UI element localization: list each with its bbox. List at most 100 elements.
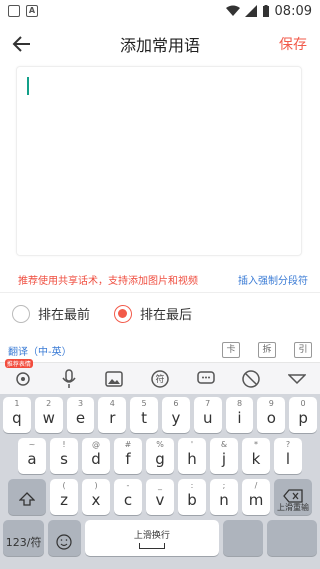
image-icon (105, 370, 123, 387)
chevron-down-icon (288, 373, 307, 384)
key-letter: c (123, 491, 133, 509)
insert-break-link[interactable]: 插入强制分段符 (238, 272, 308, 287)
key-letter: l (285, 450, 291, 468)
key-symbol: % (156, 440, 164, 449)
key-symbol: 7 (205, 399, 211, 408)
key-b[interactable]: :b (178, 479, 206, 515)
key-x[interactable]: ) x (82, 479, 110, 515)
enter-key[interactable] (266, 520, 318, 556)
status-bar: A 08:09 (0, 0, 320, 22)
key-j[interactable]: & j (210, 438, 238, 474)
key-l[interactable]: ? l (274, 438, 302, 474)
key-a[interactable]: ~ a (18, 438, 46, 474)
key-letter: k (251, 450, 261, 468)
key-letter: f (125, 450, 131, 468)
image-tool[interactable] (100, 365, 128, 393)
key-u[interactable]: 7u (193, 397, 222, 433)
key-symbol: ? (285, 440, 291, 449)
key-g[interactable]: % g (146, 438, 174, 474)
smiley-icon (56, 534, 73, 550)
key-h[interactable]: ' h (178, 438, 206, 474)
share-hint-text: 推荐使用共享话术，支持添加图片和视频 (18, 276, 198, 287)
key-c[interactable]: -c (114, 479, 142, 515)
number-symbol-key[interactable]: 123/符 (3, 520, 45, 556)
shift-key[interactable] (8, 479, 46, 515)
split-icon[interactable]: 拆 (258, 342, 276, 358)
key-q[interactable]: 1q (3, 397, 31, 433)
key-symbol: / (254, 481, 258, 490)
save-button[interactable]: 保存 (279, 34, 307, 54)
key-symbol: 6 (173, 399, 179, 408)
space-key[interactable]: 上滑换行 (84, 520, 220, 556)
key-letter: s (60, 450, 68, 468)
key-symbol: : (190, 481, 194, 490)
key-symbol: _ (158, 481, 162, 490)
key-symbol: ; (222, 481, 226, 490)
key-letter: i (237, 409, 242, 427)
key-letter: j (221, 450, 227, 468)
key-letter: t (141, 409, 148, 427)
key-letter: x (91, 491, 101, 509)
key-o[interactable]: 9o (257, 397, 286, 433)
keyboard: 1q2w3e4r5t6y7u8i9o0p ~ a! s @ d # f% g ' h & j * k? l … (0, 394, 320, 569)
voice-input-tool[interactable] (55, 365, 83, 393)
key-letter: g (155, 450, 165, 468)
no-emoji-tool[interactable] (237, 365, 265, 393)
emoji-key[interactable] (48, 520, 81, 556)
emoji-recommend-tool[interactable]: 推荐表情 (4, 358, 37, 393)
key-z[interactable]: (z (50, 479, 78, 515)
key-symbol: 5 (141, 399, 147, 408)
gear-icon (16, 371, 30, 386)
key-letter: d (91, 450, 101, 468)
key-symbol: - (126, 481, 130, 490)
key-letter: e (75, 409, 86, 427)
key-letter: z (60, 491, 68, 509)
key-e[interactable]: 3e (66, 397, 95, 433)
key-i[interactable]: 8i (225, 397, 254, 433)
key-symbol: ! (62, 440, 66, 449)
option-first[interactable]: 排在最前 (12, 304, 90, 323)
page-title: 添加常用语 (119, 36, 200, 55)
position-options: 排在最前 排在最后 (12, 304, 192, 323)
key-symbol: 2 (46, 399, 52, 408)
key-d[interactable]: @ d (82, 438, 110, 474)
key-k[interactable]: * k (242, 438, 270, 474)
divider (0, 292, 320, 293)
option-first-label: 排在最前 (38, 308, 91, 323)
key-symbol: 3 (77, 399, 84, 408)
collapse-keyboard-tool[interactable] (283, 365, 311, 393)
quote-icon[interactable]: 引 (294, 342, 312, 358)
key-m[interactable]: / m (242, 479, 270, 515)
key-f[interactable]: # f (114, 438, 142, 474)
emoji-toggle-key[interactable] (223, 520, 263, 556)
key-symbol: * (254, 440, 258, 449)
key-symbol: 1 (14, 399, 20, 408)
key-p[interactable]: 0p (289, 397, 317, 433)
wifi-icon (225, 5, 240, 16)
chat-tool[interactable] (192, 365, 220, 393)
space-hint: 上滑换行 (133, 530, 170, 541)
key-v[interactable]: _ v (146, 479, 174, 515)
key-symbol: ( (62, 481, 66, 490)
key-y[interactable]: 6y (162, 397, 190, 433)
delete-key[interactable]: 上滑重输 (274, 479, 312, 515)
ime-toolbar: 推荐表情 符 (0, 358, 320, 394)
radio-last-icon (114, 304, 133, 323)
symbol-tool[interactable]: 符 (146, 365, 174, 393)
key-r[interactable]: 4r (98, 397, 127, 433)
notification-icon (8, 5, 20, 17)
key-letter: u (202, 409, 213, 427)
shift-arrow-icon (19, 492, 35, 506)
key-n[interactable]: ; n (210, 479, 238, 515)
option-last[interactable]: 排在最后 (114, 304, 192, 323)
key-s[interactable]: ! s (50, 438, 78, 474)
key-t[interactable]: 5t (130, 397, 158, 433)
key-letter: y (171, 409, 181, 427)
signal-icon (244, 5, 257, 17)
phrase-text-input[interactable] (16, 66, 302, 256)
battery-icon (262, 4, 269, 17)
card-icon[interactable]: 卡 (222, 342, 240, 358)
key-letter: m (248, 491, 264, 509)
key-w[interactable]: 2w (34, 397, 63, 433)
translate-toggle[interactable]: 翻译（中-英） (8, 343, 72, 358)
